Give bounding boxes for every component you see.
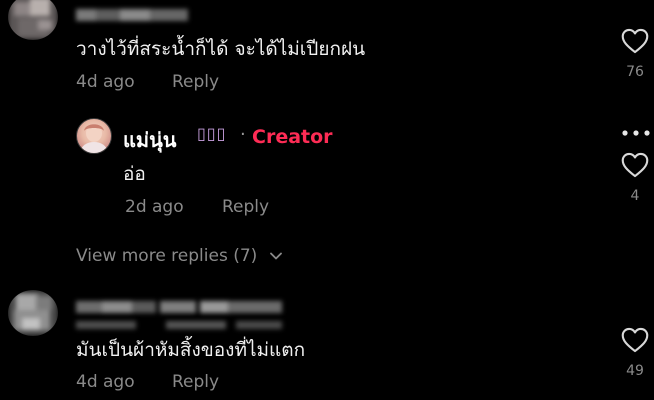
heart-outline-icon[interactable] — [621, 152, 649, 178]
more-options-icon[interactable] — [620, 126, 652, 140]
comment-time: 4d ago — [76, 372, 135, 392]
comment-time: 4d ago — [76, 72, 135, 92]
reply-button[interactable]: Reply — [172, 72, 219, 92]
heart-outline-icon[interactable] — [621, 28, 649, 54]
avatar-pixelated — [8, 290, 58, 336]
creator-badge: Creator — [252, 126, 333, 148]
creator-avatar-image — [81, 124, 107, 153]
creator-avatar[interactable] — [76, 118, 112, 154]
avatar-pixelated — [8, 0, 58, 40]
reply-text: อ่อ — [123, 163, 146, 185]
name-pixelated — [76, 9, 188, 21]
name-pixelated — [76, 321, 282, 329]
commenter-name-blurred — [76, 314, 282, 329]
chevron-down-icon — [269, 252, 282, 260]
view-more-replies[interactable]: View more replies (7) — [76, 246, 283, 266]
like-count: 49 — [626, 363, 644, 379]
commenter-name-blurred[interactable] — [76, 298, 282, 313]
commenter-name-blurred[interactable] — [76, 6, 188, 21]
like-count: 76 — [626, 64, 644, 80]
creator-name[interactable]: แม่นุ่น — [123, 124, 176, 156]
reply-button[interactable]: Reply — [222, 197, 269, 217]
reply-time: 2d ago — [125, 197, 184, 217]
comment-text: มันเป็นผ้าหัมสิ้งของที่ไม่แตก — [76, 339, 306, 361]
name-decorations: ▯▯▯ — [197, 124, 227, 143]
comment-avatar-blurred[interactable] — [8, 0, 58, 40]
name-pixelated — [76, 301, 282, 313]
reply-button[interactable]: Reply — [172, 372, 219, 392]
like-count: 4 — [630, 188, 640, 204]
comment-text: วางไว้ที่สระน้ำก็ได้ จะได้ไม่เปียกฝน — [76, 38, 366, 60]
name-separator: · — [240, 124, 246, 145]
view-more-label: View more replies (7) — [76, 246, 258, 266]
comment-avatar-blurred[interactable] — [8, 290, 58, 336]
heart-outline-icon[interactable] — [621, 327, 649, 353]
